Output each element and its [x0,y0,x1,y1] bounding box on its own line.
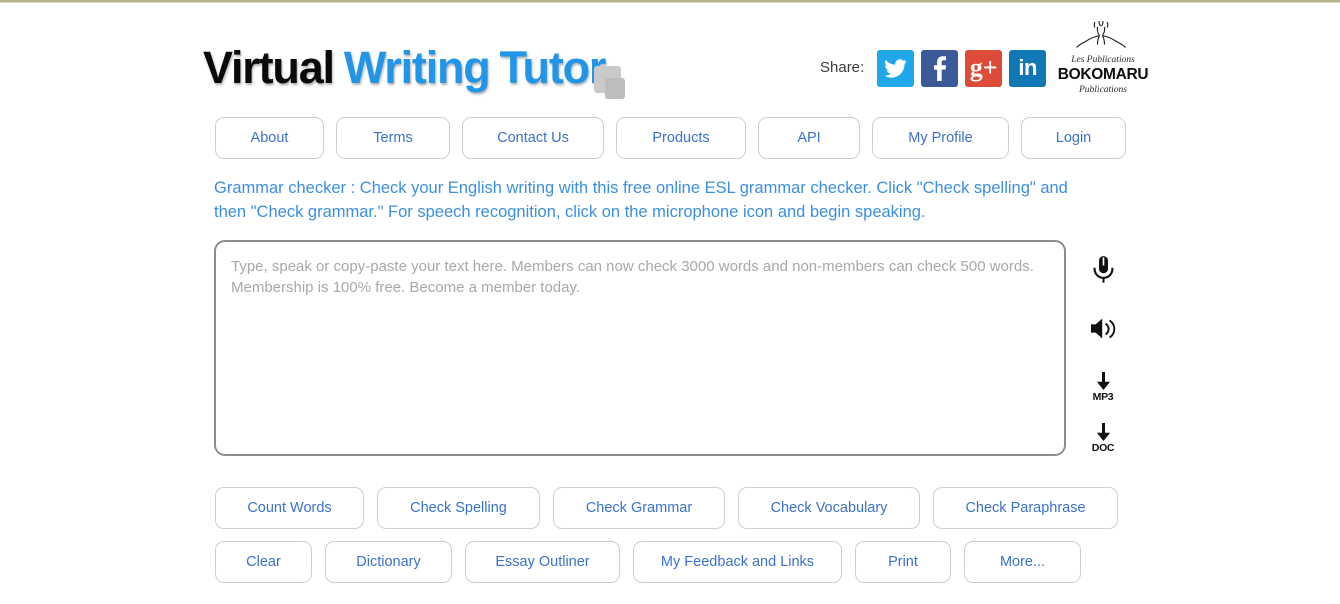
text-editor-input[interactable] [231,256,1049,440]
logo-word-writing: Writing [343,42,491,93]
linkedin-icon[interactable]: in [1009,49,1047,87]
nav-item-my-profile[interactable]: My Profile [872,117,1009,159]
microphone-icon[interactable] [1086,250,1120,288]
logo-square-small [605,78,625,99]
nav-item-terms[interactable]: Terms [336,117,450,159]
more-button[interactable]: More... [964,541,1081,583]
logo-word-tutor: Tutor [499,42,607,93]
top-rule [0,0,1340,3]
nav-item-about[interactable]: About [215,117,324,159]
publisher-mark-icon [1076,20,1126,48]
logo-word-virtual: Virtual [203,42,335,93]
intro-description: Grammar checker : Check your English wri… [214,179,1068,221]
check-vocabulary-button[interactable]: Check Vocabulary [738,487,920,529]
download-mp3-icon[interactable]: MP3 [1086,368,1120,406]
google-plus-glyph: g+ [969,53,998,82]
site-header: Virtual Writing Tutor Share: g+ in Les P… [0,4,1340,112]
nav-item-login[interactable]: Login [1021,117,1126,159]
count-words-button[interactable]: Count Words [215,487,364,529]
essay-outliner-button[interactable]: Essay Outliner [465,541,620,583]
clear-button[interactable]: Clear [215,541,312,583]
nav-item-contact-us[interactable]: Contact Us [462,117,604,159]
linkedin-glyph: in [1018,55,1037,80]
page-root: Virtual Writing Tutor Share: g+ in Les P… [0,4,1340,604]
print-button[interactable]: Print [855,541,951,583]
twitter-icon[interactable] [877,49,915,87]
download-doc-label: DOC [1091,441,1115,454]
check-grammar-button[interactable]: Check Grammar [553,487,725,529]
speaker-icon[interactable] [1086,309,1120,347]
nav-item-api[interactable]: API [758,117,860,159]
check-spelling-button[interactable]: Check Spelling [377,487,540,529]
my-feedback-and-links-button[interactable]: My Feedback and Links [633,541,842,583]
download-doc-icon[interactable]: DOC [1086,419,1120,457]
action-buttons-row-2: Clear Dictionary Essay Outliner My Feedb… [215,541,1081,583]
publisher-line-1: Les Publications [1071,55,1135,65]
publisher-line-2: BOKOMARU [1057,66,1149,83]
facebook-icon[interactable] [921,49,959,87]
main-navigation: About Terms Contact Us Products API My P… [215,117,1126,159]
check-paraphrase-button[interactable]: Check Paraphrase [933,487,1118,529]
site-logo[interactable]: Virtual Writing Tutor [203,42,607,94]
publisher-line-3: Publications [1078,85,1128,95]
nav-item-products[interactable]: Products [616,117,746,159]
text-editor-container[interactable] [214,240,1066,456]
dictionary-button[interactable]: Dictionary [325,541,452,583]
share-label: Share: [820,59,865,76]
download-mp3-label: MP3 [1092,390,1114,403]
publisher-logo[interactable]: Les Publications BOKOMARU Publications [1055,18,1151,96]
editor-tool-rail: MP3 DOC [1086,250,1120,457]
action-buttons-row-1: Count Words Check Spelling Check Grammar… [215,487,1118,529]
google-plus-icon[interactable]: g+ [965,49,1003,87]
share-bar: Share: g+ in [820,49,1053,87]
